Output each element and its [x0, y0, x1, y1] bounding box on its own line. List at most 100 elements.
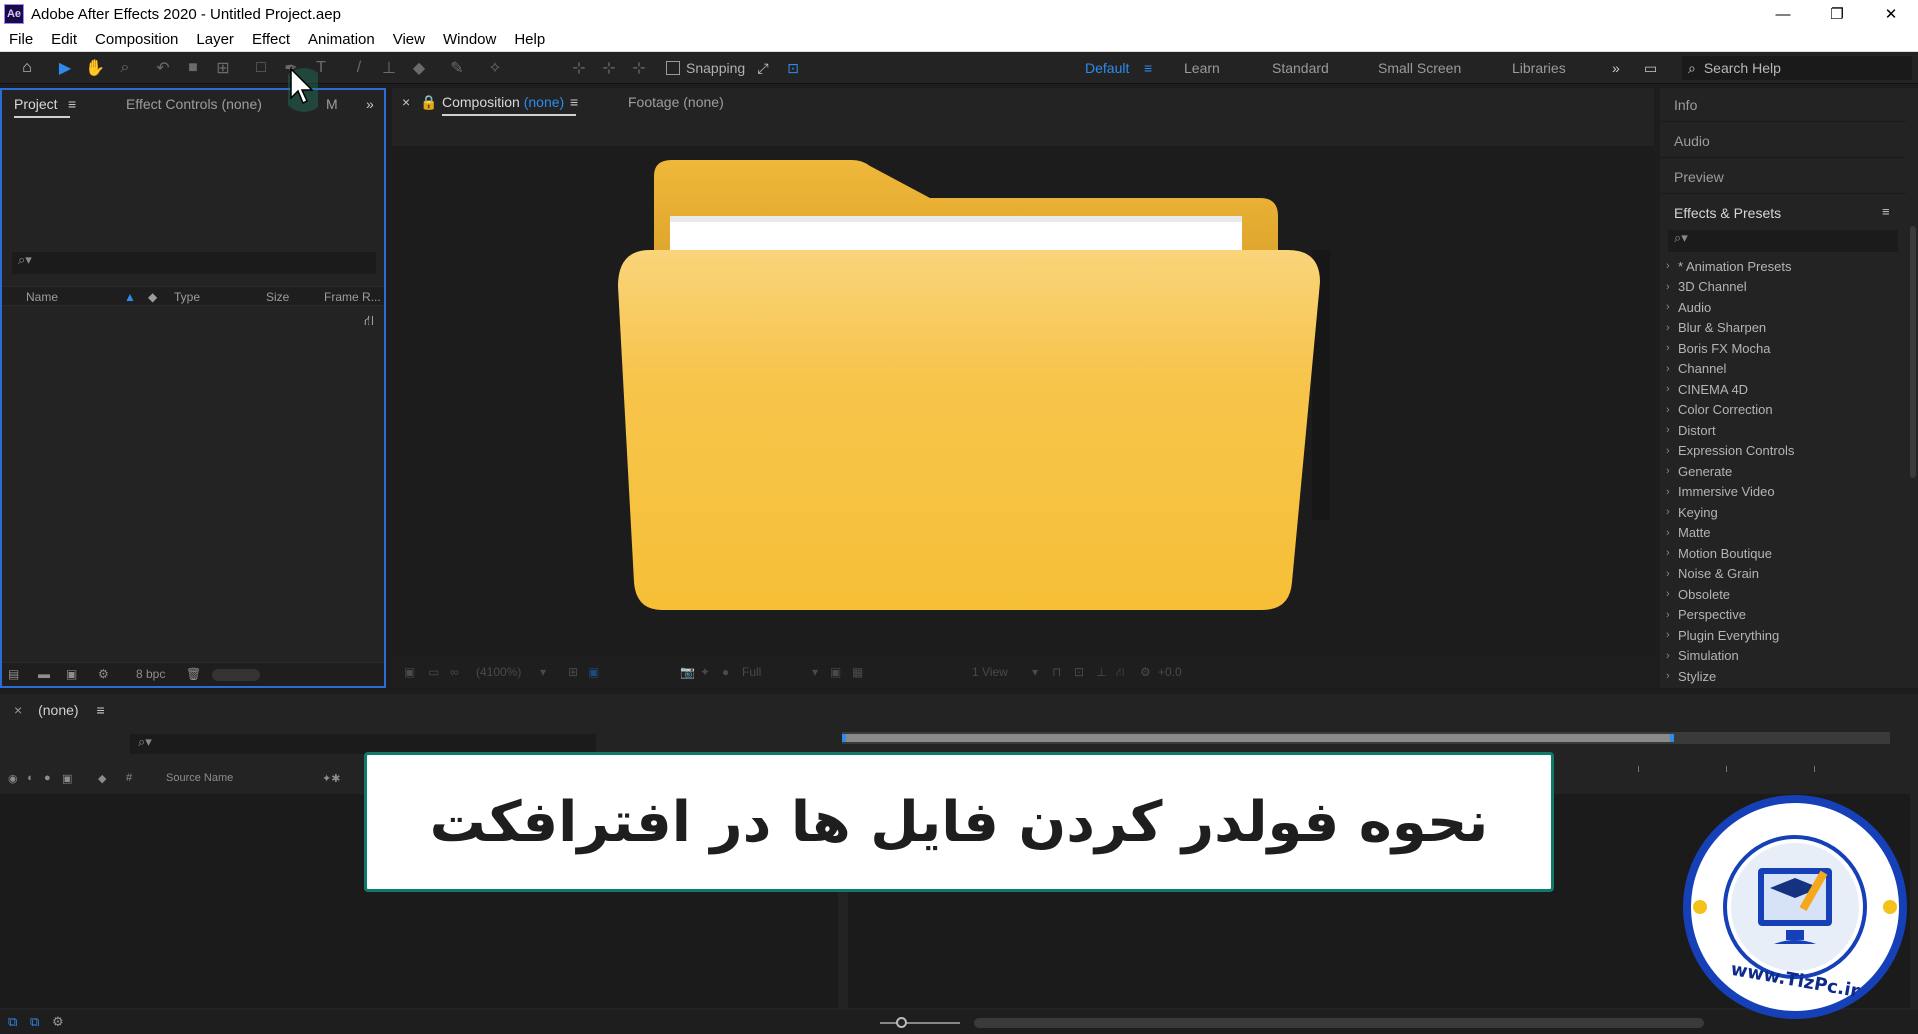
- tab-footage[interactable]: Footage (none): [628, 94, 724, 110]
- menu-effect[interactable]: Effect: [243, 31, 299, 48]
- resolution-dropdown[interactable]: Full: [742, 665, 761, 679]
- workspace-learn[interactable]: Learn: [1184, 60, 1220, 76]
- bit-depth-label[interactable]: 8 bpc: [136, 667, 165, 681]
- world-axis-icon[interactable]: ⊹: [598, 58, 620, 78]
- effects-presets-title[interactable]: Effects & Presets: [1660, 196, 1906, 230]
- column-source-name[interactable]: Source Name: [166, 772, 233, 784]
- layer-switches-toggle-icon[interactable]: ⧉: [8, 1014, 17, 1030]
- column-number[interactable]: #: [126, 772, 132, 784]
- effect-category[interactable]: › Expression Controls: [1666, 441, 1902, 462]
- safe-margins-icon[interactable]: ▣: [588, 665, 599, 679]
- tab-project[interactable]: Project: [14, 96, 70, 118]
- tab-composition[interactable]: Composition (none): [442, 94, 577, 116]
- camera-tool-icon[interactable]: ■: [182, 58, 204, 78]
- effect-category[interactable]: › Color Correction: [1666, 400, 1902, 421]
- timeline-zoom-slider[interactable]: [880, 1022, 960, 1024]
- effect-category[interactable]: › Immersive Video: [1666, 482, 1902, 503]
- lock-icon[interactable]: ▣: [62, 772, 72, 785]
- effects-scrollbar[interactable]: [1910, 226, 1916, 478]
- timeline-horizontal-scrollbar[interactable]: [974, 1018, 1704, 1028]
- effect-category[interactable]: › 3D Channel: [1666, 277, 1902, 298]
- effect-category[interactable]: › Channel: [1666, 359, 1902, 380]
- show-snapshot-icon[interactable]: ✦: [700, 665, 710, 679]
- timeline-zoom-handle[interactable]: [896, 1017, 907, 1028]
- effect-category[interactable]: › Stylize: [1666, 666, 1902, 687]
- effect-category[interactable]: › Motion Boutique: [1666, 543, 1902, 564]
- snap-arrow-icon[interactable]: ⤢: [752, 58, 774, 78]
- eraser-tool-icon[interactable]: ◆: [408, 58, 430, 78]
- preview-panel[interactable]: Preview: [1660, 160, 1906, 194]
- effect-category[interactable]: › CINEMA 4D: [1666, 379, 1902, 400]
- menu-animation[interactable]: Animation: [299, 31, 384, 48]
- comp-tab-menu-icon[interactable]: ≡: [570, 94, 578, 110]
- menu-edit[interactable]: Edit: [42, 31, 86, 48]
- info-panel[interactable]: Info: [1660, 88, 1906, 122]
- sort-ascending-icon[interactable]: ▲: [124, 290, 136, 304]
- menu-help[interactable]: Help: [505, 31, 554, 48]
- label-tag-icon[interactable]: ◆: [98, 772, 106, 785]
- region-of-interest-icon[interactable]: ▣: [830, 665, 841, 679]
- column-frame-rate[interactable]: Frame R...: [324, 290, 381, 304]
- thumbnail-size-slider[interactable]: [212, 669, 260, 681]
- effect-category[interactable]: › * Animation Presets: [1666, 256, 1902, 277]
- chevron-down-icon[interactable]: ▾: [1032, 665, 1038, 679]
- clone-stamp-tool-icon[interactable]: ⊥: [378, 58, 400, 78]
- effects-search-input[interactable]: ⌕▾: [1668, 230, 1898, 252]
- new-composition-icon[interactable]: ▣: [66, 667, 77, 681]
- fit-icon[interactable]: ⊞: [568, 665, 578, 679]
- effect-category[interactable]: › Matte: [1666, 523, 1902, 544]
- home-icon[interactable]: ⌂: [16, 58, 38, 78]
- zoom-tool-icon[interactable]: ⌕: [114, 58, 136, 78]
- workspace-default[interactable]: Default: [1085, 60, 1129, 76]
- puppet-tool-icon[interactable]: ✧: [484, 58, 506, 78]
- flowchart-icon[interactable]: ⛙: [364, 312, 374, 331]
- close-tab-icon[interactable]: ×: [14, 702, 22, 718]
- vr-icon[interactable]: ∞: [450, 665, 459, 679]
- workspace-menu-icon[interactable]: ≡: [1144, 60, 1152, 76]
- project-search-input[interactable]: ⌕▾: [12, 252, 376, 274]
- roto-brush-tool-icon[interactable]: ✎: [446, 58, 468, 78]
- timeline-menu-icon[interactable]: ≡: [96, 702, 104, 718]
- project-tab-menu-icon[interactable]: ≡: [68, 96, 76, 112]
- effect-category[interactable]: › Simulation: [1666, 646, 1902, 667]
- toggle-pixel-aspect-icon[interactable]: ⊓: [1052, 665, 1061, 679]
- exposure-value[interactable]: +0.0: [1158, 665, 1182, 679]
- panel-overflow-icon[interactable]: »: [366, 96, 374, 112]
- view-axis-icon[interactable]: ⊹: [628, 58, 650, 78]
- workspace-small-screen[interactable]: Small Screen: [1378, 60, 1461, 76]
- tab-more[interactable]: M: [326, 96, 338, 112]
- workspace-standard[interactable]: Standard: [1272, 60, 1329, 76]
- menu-view[interactable]: View: [384, 31, 434, 48]
- effect-category[interactable]: › Audio: [1666, 297, 1902, 318]
- workspace-panel-icon[interactable]: ▭: [1644, 60, 1657, 77]
- workspace-libraries[interactable]: Libraries: [1512, 60, 1566, 76]
- interpret-footage-icon[interactable]: ▤: [8, 667, 19, 681]
- views-dropdown[interactable]: 1 View: [972, 665, 1008, 679]
- pan-behind-tool-icon[interactable]: ⊞: [212, 58, 234, 78]
- hand-tool-icon[interactable]: ✋: [84, 58, 106, 78]
- local-axis-icon[interactable]: ⊹: [568, 58, 590, 78]
- snapping-toggle[interactable]: Snapping: [666, 60, 745, 76]
- always-preview-icon[interactable]: ▣: [404, 665, 415, 679]
- menu-file[interactable]: File: [0, 31, 42, 48]
- switches-icon[interactable]: ✦✱: [322, 772, 340, 785]
- brush-tool-icon[interactable]: /: [348, 58, 370, 78]
- rotate-tool-icon[interactable]: ↶: [152, 58, 174, 78]
- timeline-icon[interactable]: ⊥: [1096, 665, 1106, 679]
- column-type[interactable]: Type: [174, 290, 200, 304]
- effect-category[interactable]: › Perspective: [1666, 605, 1902, 626]
- flowchart-icon[interactable]: ⛙: [1116, 665, 1124, 681]
- transparency-grid-icon[interactable]: ▦: [852, 665, 863, 679]
- menu-window[interactable]: Window: [434, 31, 505, 48]
- new-folder-icon[interactable]: ▬: [38, 667, 50, 681]
- audio-icon[interactable]: ◖: [26, 772, 33, 784]
- effect-category[interactable]: › Generate: [1666, 461, 1902, 482]
- effect-category[interactable]: › Distort: [1666, 420, 1902, 441]
- fast-previews-icon[interactable]: ⊡: [1074, 665, 1084, 679]
- close-button[interactable]: ✕: [1864, 0, 1918, 28]
- effects-menu-icon[interactable]: ≡: [1882, 204, 1890, 219]
- monitor-icon[interactable]: ▭: [428, 665, 439, 679]
- solo-icon[interactable]: ●: [44, 772, 51, 784]
- effect-category[interactable]: › Boris FX Mocha: [1666, 338, 1902, 359]
- audio-panel[interactable]: Audio: [1660, 124, 1906, 158]
